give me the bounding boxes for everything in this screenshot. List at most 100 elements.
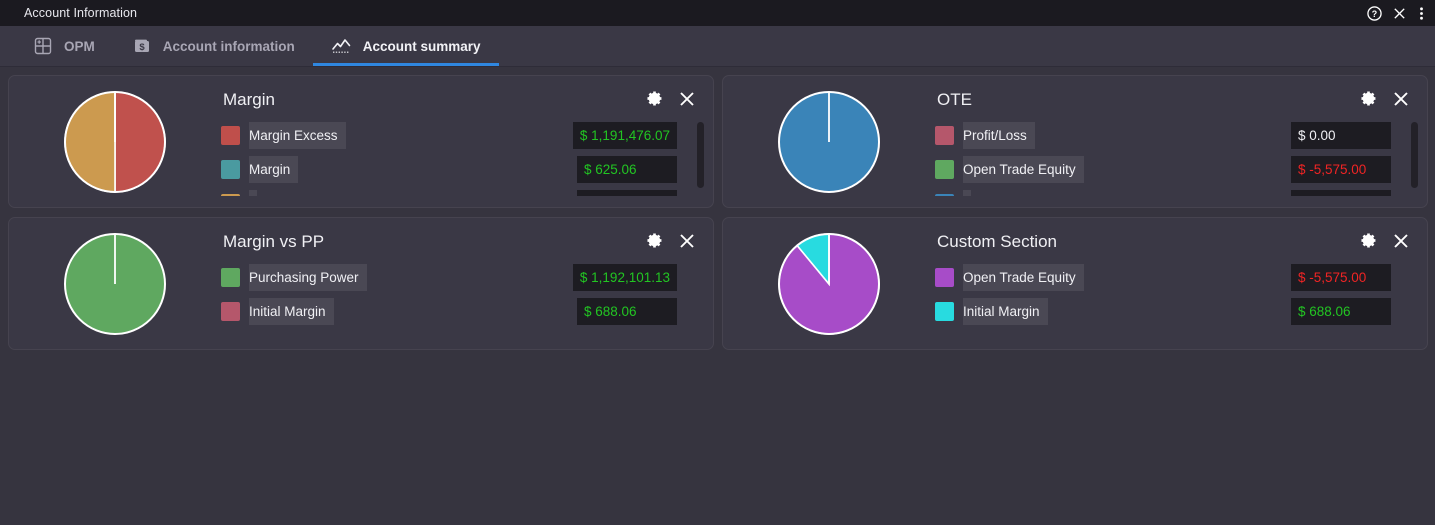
color-swatch-icon (221, 302, 240, 321)
legend-row[interactable] (935, 190, 1391, 196)
gear-icon[interactable] (1359, 89, 1378, 108)
help-icon[interactable]: ? (1366, 5, 1382, 21)
legend-label: Margin Excess (249, 122, 346, 149)
pie-chart-area (723, 218, 935, 349)
tab-bar: OPM $ Account information Account summar… (0, 26, 1435, 67)
tab-label: OPM (64, 39, 95, 54)
panel-body: OTE Profit/Loss $ 0.00 Open Trade Equity $ -… (935, 76, 1427, 207)
legend-value: $ 688.06 (577, 298, 677, 325)
legend-value: $ 688.06 (1291, 298, 1391, 325)
color-swatch-icon (935, 126, 954, 145)
pie-chart (777, 232, 881, 336)
close-icon[interactable] (677, 89, 696, 108)
legend-row[interactable]: Initial Margin $ 688.06 (221, 298, 677, 325)
account-information-window: Account Information ? (0, 0, 1435, 525)
panel-title: OTE (935, 90, 1427, 110)
pie-chart (777, 90, 881, 194)
legend-label (963, 190, 971, 196)
panel-body: Custom Section Open Trade Equity $ -5,575.… (935, 218, 1427, 349)
panel-tools (1359, 89, 1410, 108)
legend-value (1291, 190, 1391, 196)
legend-value: $ 1,191,476.07 (573, 122, 677, 149)
color-swatch-icon (935, 302, 954, 321)
color-swatch-icon (221, 268, 240, 287)
legend-label: Open Trade Equity (963, 264, 1084, 291)
panel-tools (1359, 231, 1410, 250)
legend-row[interactable]: Initial Margin $ 688.06 (935, 298, 1391, 325)
color-swatch-icon (935, 160, 954, 179)
panel-title: Margin (221, 90, 713, 110)
svg-text:?: ? (1371, 8, 1376, 18)
panel-title: Custom Section (935, 232, 1427, 252)
gear-icon[interactable] (1359, 231, 1378, 250)
panel-body: Margin vs PP Purchasing Power $ 1,192,101.… (221, 218, 713, 349)
dashboard-content: Margin Margin Excess $ 1,191,476.07 Margin $… (0, 67, 1435, 525)
gear-icon[interactable] (645, 89, 664, 108)
panel-scrollbar[interactable] (1411, 122, 1418, 188)
color-swatch-icon (221, 126, 240, 145)
pie-chart (63, 232, 167, 336)
tab-account-summary[interactable]: Account summary (313, 26, 499, 66)
legend-row[interactable]: Purchasing Power $ 1,192,101.13 (221, 264, 677, 291)
dashboard-panel: Custom Section Open Trade Equity $ -5,575.… (722, 217, 1428, 350)
legend-value: $ -5,575.00 (1291, 156, 1391, 183)
dashboard-panel: Margin vs PP Purchasing Power $ 1,192,101.… (8, 217, 714, 350)
close-icon[interactable] (1391, 231, 1410, 250)
color-swatch-icon (221, 194, 240, 196)
tab-label: Account summary (363, 39, 481, 54)
color-swatch-icon (221, 160, 240, 179)
legend-row[interactable]: Open Trade Equity $ -5,575.00 (935, 156, 1391, 183)
tab-label: Account information (163, 39, 295, 54)
tab-account-information[interactable]: $ Account information (113, 26, 313, 66)
color-swatch-icon (935, 194, 954, 196)
legend-label: Margin (249, 156, 298, 183)
window-controls: ? (1366, 0, 1426, 26)
legend-label: Profit/Loss (963, 122, 1035, 149)
legend-value: $ -5,575.00 (1291, 264, 1391, 291)
close-icon[interactable] (1391, 5, 1407, 21)
panel-grid: Margin Margin Excess $ 1,191,476.07 Margin $… (8, 75, 1427, 350)
legend-label: Open Trade Equity (963, 156, 1084, 183)
dashboard-panel: OTE Profit/Loss $ 0.00 Open Trade Equity $ -… (722, 75, 1428, 208)
pie-chart-area (723, 76, 935, 207)
legend-label (249, 190, 257, 196)
panel-tools (645, 89, 696, 108)
tab-opm[interactable]: OPM (14, 26, 113, 66)
scrollbar-thumb[interactable] (697, 122, 704, 188)
legend-value: $ 625.06 (577, 156, 677, 183)
pie-chart-area (9, 218, 221, 349)
pie-chart-area (9, 76, 221, 207)
legend-row[interactable]: Profit/Loss $ 0.00 (935, 122, 1391, 149)
legend-row[interactable]: Open Trade Equity $ -5,575.00 (935, 264, 1391, 291)
legend-row[interactable]: Margin Excess $ 1,191,476.07 (221, 122, 677, 149)
grid-plus-icon (32, 35, 54, 57)
legend-rows: Profit/Loss $ 0.00 Open Trade Equity $ -5,5… (935, 122, 1427, 196)
dashboard-panel: Margin Margin Excess $ 1,191,476.07 Margin $… (8, 75, 714, 208)
panel-body: Margin Margin Excess $ 1,191,476.07 Margin $… (221, 76, 713, 207)
legend-rows: Purchasing Power $ 1,192,101.13 Initial Ma… (221, 264, 713, 338)
legend-value: $ 0.00 (1291, 122, 1391, 149)
panel-tools (645, 231, 696, 250)
close-icon[interactable] (677, 231, 696, 250)
legend-rows: Open Trade Equity $ -5,575.00 Initial Marg… (935, 264, 1427, 338)
more-menu-icon[interactable] (1416, 5, 1426, 21)
panel-title: Margin vs PP (221, 232, 713, 252)
svg-text:$: $ (139, 42, 145, 53)
close-icon[interactable] (1391, 89, 1410, 108)
title-bar: Account Information ? (0, 0, 1435, 26)
gear-icon[interactable] (645, 231, 664, 250)
scrollbar-thumb[interactable] (1411, 122, 1418, 188)
legend-rows: Margin Excess $ 1,191,476.07 Margin $ 625.0… (221, 122, 713, 196)
legend-label: Initial Margin (963, 298, 1048, 325)
legend-value (577, 190, 677, 196)
wallet-dollar-icon: $ (131, 35, 153, 57)
panel-scrollbar[interactable] (697, 122, 704, 188)
legend-value: $ 1,192,101.13 (573, 264, 677, 291)
legend-label: Purchasing Power (249, 264, 367, 291)
legend-label: Initial Margin (249, 298, 334, 325)
legend-row[interactable]: Margin $ 625.06 (221, 156, 677, 183)
legend-row[interactable] (221, 190, 677, 196)
line-chart-icon (331, 35, 353, 57)
pie-chart (63, 90, 167, 194)
color-swatch-icon (935, 268, 954, 287)
